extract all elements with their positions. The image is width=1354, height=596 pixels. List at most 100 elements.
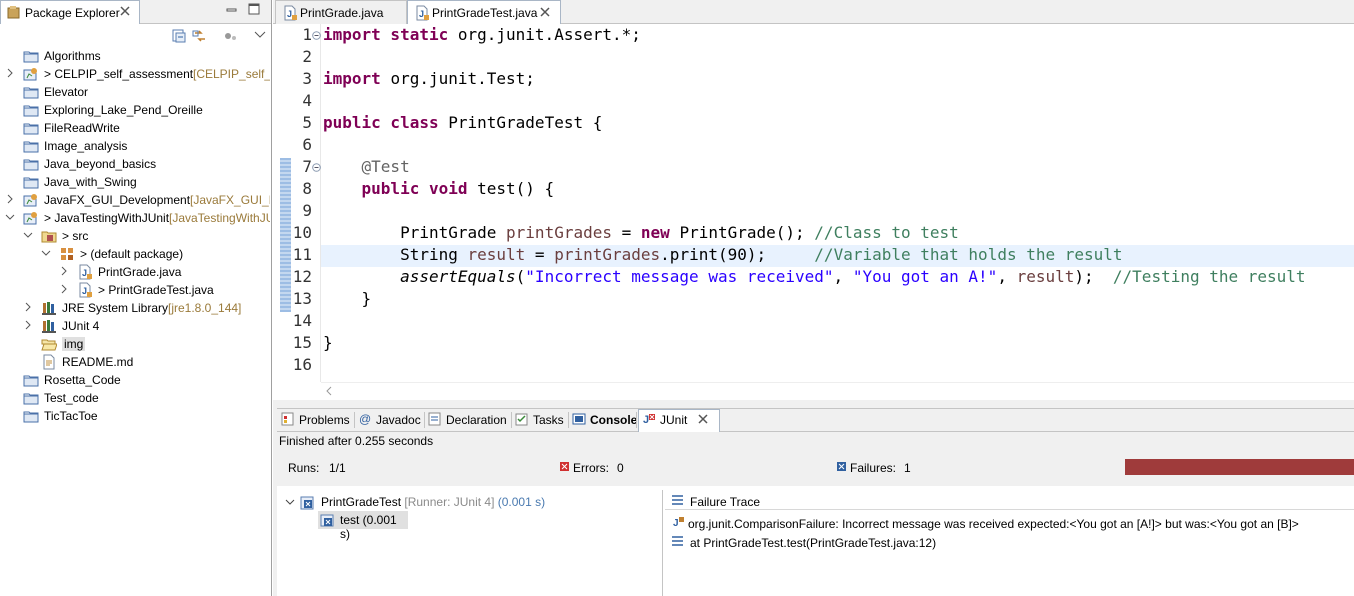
tree-item-label: > (default package) — [80, 247, 184, 261]
chevron-right-icon[interactable] — [5, 68, 15, 78]
tree-item-label: img — [62, 337, 86, 351]
tree-item-javatestingwithjunit[interactable]: > JavaTestingWithJUnit [JavaTestingWithJ… — [0, 209, 270, 227]
code-token: = — [612, 223, 641, 242]
tree-item-algorithms[interactable]: Algorithms — [0, 47, 270, 65]
minimize-icon[interactable] — [226, 4, 238, 16]
line-number: 1 — [302, 25, 312, 44]
code-token: //Class to test — [814, 223, 959, 242]
editor-tab-printgrade-java[interactable]: J PrintGrade.java — [275, 0, 407, 24]
tree-item-img[interactable]: img — [0, 335, 270, 353]
chevron-right-icon[interactable] — [59, 266, 69, 276]
close-icon[interactable] — [539, 6, 551, 18]
trace-line-1[interactable]: org.junit.ComparisonFailure: Incorrect m… — [688, 517, 1299, 531]
maximize-icon[interactable] — [248, 3, 260, 15]
folder-icon — [23, 390, 39, 406]
tree-item-filereadwrite[interactable]: FileReadWrite — [0, 119, 270, 137]
junit-test-tree: PrintGradeTest [Runner: JUnit 4] (0.001 … — [277, 490, 663, 596]
git-project-icon — [23, 192, 39, 208]
tree-item-junit-4[interactable]: JUnit 4 — [0, 317, 270, 335]
tab-label: Problems — [299, 413, 350, 427]
tree-item-default-package[interactable]: > (default package) — [0, 245, 270, 263]
code-token: //Variable that holds the result — [814, 245, 1123, 264]
console-icon — [572, 412, 586, 426]
panel-gap-top — [273, 400, 1354, 408]
tree-item-tictactoe[interactable]: TicTacToe — [0, 407, 270, 425]
link-with-editor-icon[interactable] — [192, 28, 208, 44]
open-folder-icon — [41, 336, 57, 352]
line-number: 12 — [292, 267, 312, 286]
chevron-down-icon[interactable] — [285, 497, 295, 507]
tree-item-label: README.md — [62, 355, 134, 369]
code-token: "You got an A!" — [852, 267, 998, 286]
tree-item-celpip-self-assessment[interactable]: > CELPIP_self_assessment [CELPIP_self_as… — [0, 65, 270, 83]
tree-item-label: JUnit 4 — [62, 319, 100, 333]
tab-separator — [636, 412, 637, 428]
chevron-down-icon[interactable] — [5, 212, 15, 222]
chevron-down-icon[interactable] — [254, 30, 266, 40]
tree-item-java-with-swing[interactable]: Java_with_Swing — [0, 173, 270, 191]
fold-icon[interactable] — [312, 163, 321, 172]
view-menu-icon[interactable] — [223, 28, 239, 44]
tree-item-java-beyond-basics[interactable]: Java_beyond_basics — [0, 155, 270, 173]
tree-item-label: Elevator — [44, 85, 89, 99]
code-token: //Testing the result — [1112, 267, 1306, 286]
code-line: import static org.junit.Assert.*; — [323, 25, 641, 44]
chevron-right-icon[interactable] — [23, 320, 33, 330]
tree-item-image-analysis[interactable]: Image_analysis — [0, 137, 270, 155]
horizontal-scrollbar[interactable] — [321, 382, 1354, 399]
code-token: new — [640, 223, 680, 242]
trace-line-2[interactable]: at PrintGradeTest.test(PrintGradeTest.ja… — [690, 536, 936, 550]
code-token: assertEquals — [400, 267, 516, 286]
close-icon[interactable] — [697, 413, 709, 425]
fold-icon[interactable] — [312, 31, 321, 40]
tree-item-printgradetest-java[interactable]: J > PrintGradeTest.java — [0, 281, 270, 299]
code-token: printGrades — [506, 223, 612, 242]
code-line: public void test() { — [323, 179, 555, 198]
tree-item-rosetta-code[interactable]: Rosetta_Code — [0, 371, 270, 389]
tree-item-javafx-gui-development[interactable]: JavaFX_GUI_Development [JavaFX_GUI_Dev — [0, 191, 270, 209]
close-icon[interactable] — [119, 5, 131, 17]
tree-item-elevator[interactable]: Elevator — [0, 83, 270, 101]
chevron-right-icon[interactable] — [23, 302, 33, 312]
test-case-item[interactable]: test (0.001 s) — [318, 511, 408, 541]
package-explorer-view: Package Explorer Algorithms > CELPIP_self… — [0, 0, 272, 596]
javadoc-icon: @ — [358, 412, 372, 426]
error-icon — [560, 462, 570, 472]
tree-item-src[interactable]: > src — [0, 227, 270, 245]
tree-item-exploring-lake-pend-oreille[interactable]: Exploring_Lake_Pend_Oreille — [0, 101, 270, 119]
code-token: } — [323, 333, 333, 352]
chevron-down-icon[interactable] — [41, 248, 51, 258]
svg-text:J: J — [287, 9, 292, 19]
tab-label: Declaration — [446, 413, 507, 427]
test-case-fail-icon — [320, 512, 336, 528]
code-token: public class — [323, 113, 449, 132]
test-suite-name: PrintGradeTest — [321, 495, 402, 509]
tab-separator — [354, 412, 355, 428]
code-token: = — [525, 245, 555, 264]
test-suite-item[interactable]: PrintGradeTest [Runner: JUnit 4] (0.001 … — [321, 495, 545, 509]
tree-item-label: > JavaTestingWithJUnit — [44, 211, 170, 225]
tree-item-label: TicTacToe — [44, 409, 98, 423]
editor-tab-printgradetest-java[interactable]: J PrintGradeTest.java — [407, 0, 561, 24]
tab-label: Tasks — [533, 413, 564, 427]
tab-label: JUnit — [660, 413, 688, 427]
tree-item-printgrade-java[interactable]: J PrintGrade.java — [0, 263, 270, 281]
tree-item-readme-md[interactable]: README.md — [0, 353, 270, 371]
tree-item-jre-system-library[interactable]: JRE System Library [jre1.8.0_144] — [0, 299, 270, 317]
folder-icon — [23, 372, 39, 388]
code-token: import — [323, 69, 391, 88]
tab-separator — [568, 412, 569, 428]
chevron-down-icon[interactable] — [23, 230, 33, 240]
svg-text:J: J — [673, 518, 679, 529]
line-number: 16 — [292, 355, 312, 374]
scroll-left-icon[interactable] — [325, 386, 333, 396]
chevron-right-icon[interactable] — [5, 194, 15, 204]
test-suite-time: (0.001 s) — [494, 495, 546, 509]
tree-item-test-code[interactable]: Test_code — [0, 389, 270, 407]
folder-icon — [23, 48, 39, 64]
failures-value: 1 — [904, 461, 911, 475]
folder-icon — [23, 138, 39, 154]
chevron-right-icon[interactable] — [59, 284, 69, 294]
collapse-all-icon[interactable] — [171, 28, 187, 44]
package-explorer-tab[interactable]: Package Explorer — [0, 0, 140, 24]
